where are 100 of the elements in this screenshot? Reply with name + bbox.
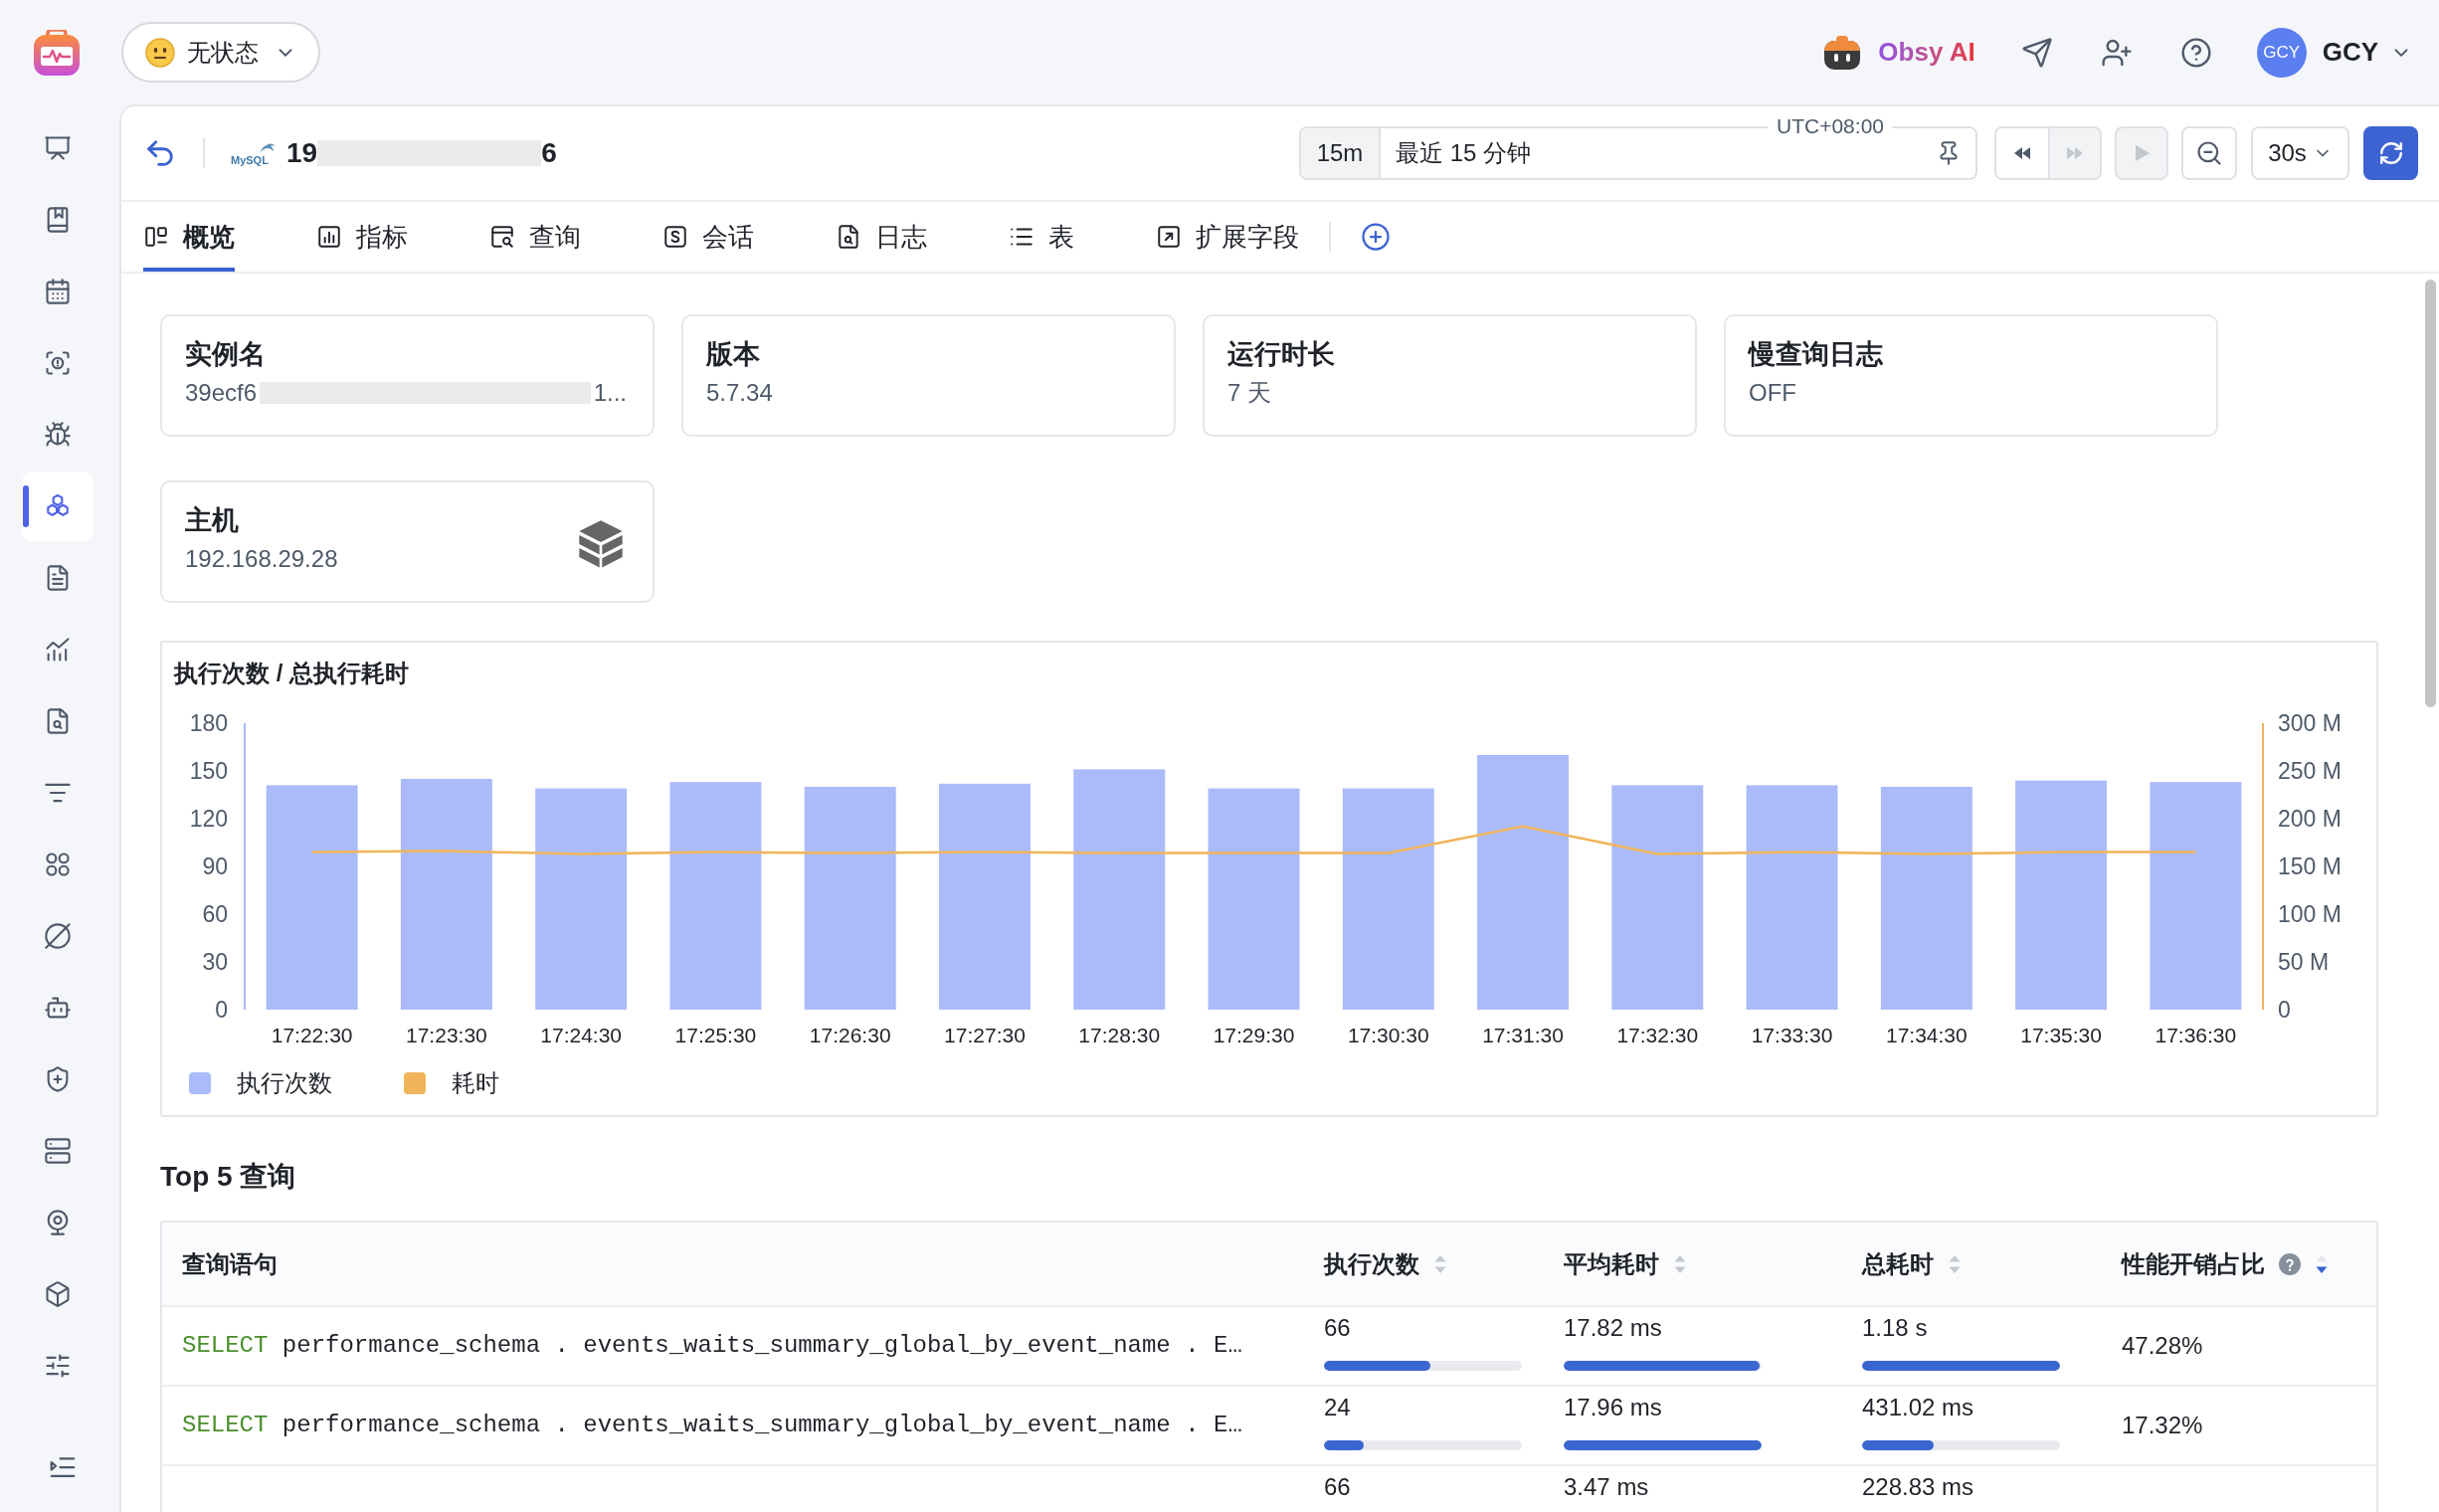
bar-line-chart-icon <box>44 636 72 663</box>
refresh-button[interactable] <box>2363 126 2418 180</box>
paper-plane-icon <box>2020 36 2053 69</box>
presentation-board-icon <box>44 134 72 162</box>
axis-tick-label: 17:26:30 <box>809 1024 891 1046</box>
axis-tick-label: 17:31:30 <box>1482 1024 1564 1046</box>
status-dropdown[interactable]: 无状态 <box>121 22 320 83</box>
axis-tick-label: 17:27:30 <box>944 1024 1026 1046</box>
axis-tick-label: 60 <box>202 901 228 927</box>
cell-text: 66 <box>1324 1314 1351 1342</box>
column-header[interactable]: 总耗时 <box>1862 1245 1962 1282</box>
axis-tick-label: 120 <box>189 806 228 832</box>
axis-tick-label: 180 <box>189 710 228 736</box>
axis-tick-label: 300 M <box>2278 710 2342 736</box>
card-value: 192.168.29.28 <box>185 544 338 574</box>
app-logo-icon <box>34 29 80 76</box>
window-search-icon <box>489 224 515 250</box>
axis-tick-label: 17:28:30 <box>1078 1024 1161 1046</box>
axis-tick-label: 200 M <box>2278 806 2342 832</box>
slashed-circle-icon <box>44 922 72 950</box>
range-label: 最近 15 分钟 <box>1396 138 1532 168</box>
axis-tick-label: 17:29:30 <box>1213 1024 1295 1046</box>
axis-tick-label: 17:32:30 <box>1616 1024 1699 1046</box>
send-button[interactable] <box>2020 36 2053 69</box>
title-text: 6 <box>541 136 557 170</box>
axis-tick-label: 17:33:30 <box>1751 1024 1833 1046</box>
bar-chart-icon <box>316 224 342 250</box>
card-title: 实例名 <box>185 338 267 371</box>
range-preset[interactable]: 15m <box>1301 128 1381 178</box>
add-tab-button[interactable] <box>1361 222 1391 252</box>
plus-circle-icon <box>1361 222 1391 252</box>
refresh-icon <box>2377 140 2404 166</box>
tab[interactable]: 扩展字段 <box>1156 202 1299 272</box>
cell-text: 17.82 ms <box>1564 1314 1662 1342</box>
cube-icon <box>44 1280 72 1308</box>
square-s-icon <box>662 224 688 250</box>
column-header[interactable]: 执行次数 <box>1324 1245 1447 1282</box>
cell-text: 228.83 ms <box>1862 1473 1974 1501</box>
chart-title: 执行次数 / 总执行耗时 <box>172 659 410 688</box>
sliders-icon <box>44 1352 72 1380</box>
user-menu[interactable]: GCY GCY <box>2256 27 2412 78</box>
layout-icon <box>143 224 169 250</box>
legend-swatch-icon <box>404 1072 426 1094</box>
cell-text: 1.18 s <box>1862 1314 1928 1342</box>
card-value: 39ecf6 <box>185 378 258 408</box>
column-header[interactable]: 平均耗时 <box>1564 1245 1687 1282</box>
column-header: 查询语句 <box>182 1248 278 1279</box>
cell-text: 17.96 ms <box>1564 1394 1662 1421</box>
zoom-out-button[interactable] <box>2181 126 2237 180</box>
card-value: 5.7.34 <box>706 378 773 408</box>
logo-text: MySQL <box>231 154 269 166</box>
column-header[interactable]: 性能开销占比 <box>2122 1245 2329 1282</box>
card-title: 慢查询日志 <box>1749 338 1884 371</box>
active-indicator <box>23 485 29 527</box>
axis-tick-label: 150 <box>189 758 228 784</box>
axis-tick-label: 17:30:30 <box>1347 1024 1429 1046</box>
query-text: SELECT performance_schema . events_waits_summary_global_by_event_name . E… <box>182 1331 1242 1361</box>
cell-text: 66 <box>1324 1473 1351 1501</box>
cell-text: 431.02 ms <box>1862 1394 1974 1421</box>
tab[interactable]: 概览 <box>143 202 235 272</box>
sidebar-item[interactable] <box>22 472 94 541</box>
legend-swatch-icon <box>189 1072 211 1094</box>
tab[interactable]: 会话 <box>662 202 754 272</box>
calendar-icon <box>44 278 72 305</box>
tab[interactable]: 指标 <box>316 202 408 272</box>
refresh-interval-dropdown[interactable]: 30s <box>2251 126 2349 180</box>
axis-tick-label: 0 <box>215 997 228 1023</box>
card-value: OFF <box>1749 378 1796 408</box>
axis-tick-label: 17:23:30 <box>406 1024 487 1046</box>
title-text: 19 <box>286 136 318 170</box>
axis-tick-label: 0 <box>2278 997 2291 1023</box>
cell-text: 47.28% <box>2122 1331 2203 1361</box>
axis-tick-label: 17:25:30 <box>674 1024 757 1046</box>
user-avatar: GCY <box>2256 27 2307 78</box>
scan-alert-icon <box>44 349 72 377</box>
zoom-out-icon <box>2195 139 2223 167</box>
axis-tick-label: 30 <box>202 949 228 975</box>
four-squares-icon <box>44 850 72 878</box>
tab[interactable]: 表 <box>1009 202 1074 272</box>
neutral-face-icon <box>145 37 175 68</box>
axis-tick-label: 17:34:30 <box>1885 1024 1968 1046</box>
card-value: 7 天 <box>1227 378 1271 408</box>
axis-tick-label: 150 M <box>2278 853 2342 879</box>
query-text: SELECT performance_schema . events_waits_summary_global_by_event_name . E… <box>182 1411 1242 1440</box>
help-button[interactable] <box>2179 36 2212 69</box>
tab[interactable]: 查询 <box>489 202 581 272</box>
cell-text: 17.32% <box>2122 1411 2203 1440</box>
bug-icon <box>44 421 72 449</box>
section-heading: Top 5 查询 <box>160 1160 297 1194</box>
card-title: 主机 <box>185 504 240 537</box>
legend-label: 执行次数 <box>237 1068 332 1098</box>
help-icon <box>2179 36 2212 69</box>
file-search-icon <box>836 224 861 250</box>
axis-tick-label: 250 M <box>2278 758 2342 784</box>
axis-tick-label: 17:22:30 <box>271 1024 353 1046</box>
axis-tick-label: 17:35:30 <box>2020 1024 2102 1046</box>
scrollbar-thumb[interactable] <box>2425 280 2436 707</box>
cell-text: 3.47 ms <box>1564 1473 1649 1501</box>
tab[interactable]: 日志 <box>836 202 927 272</box>
robot-icon <box>1822 35 1863 70</box>
